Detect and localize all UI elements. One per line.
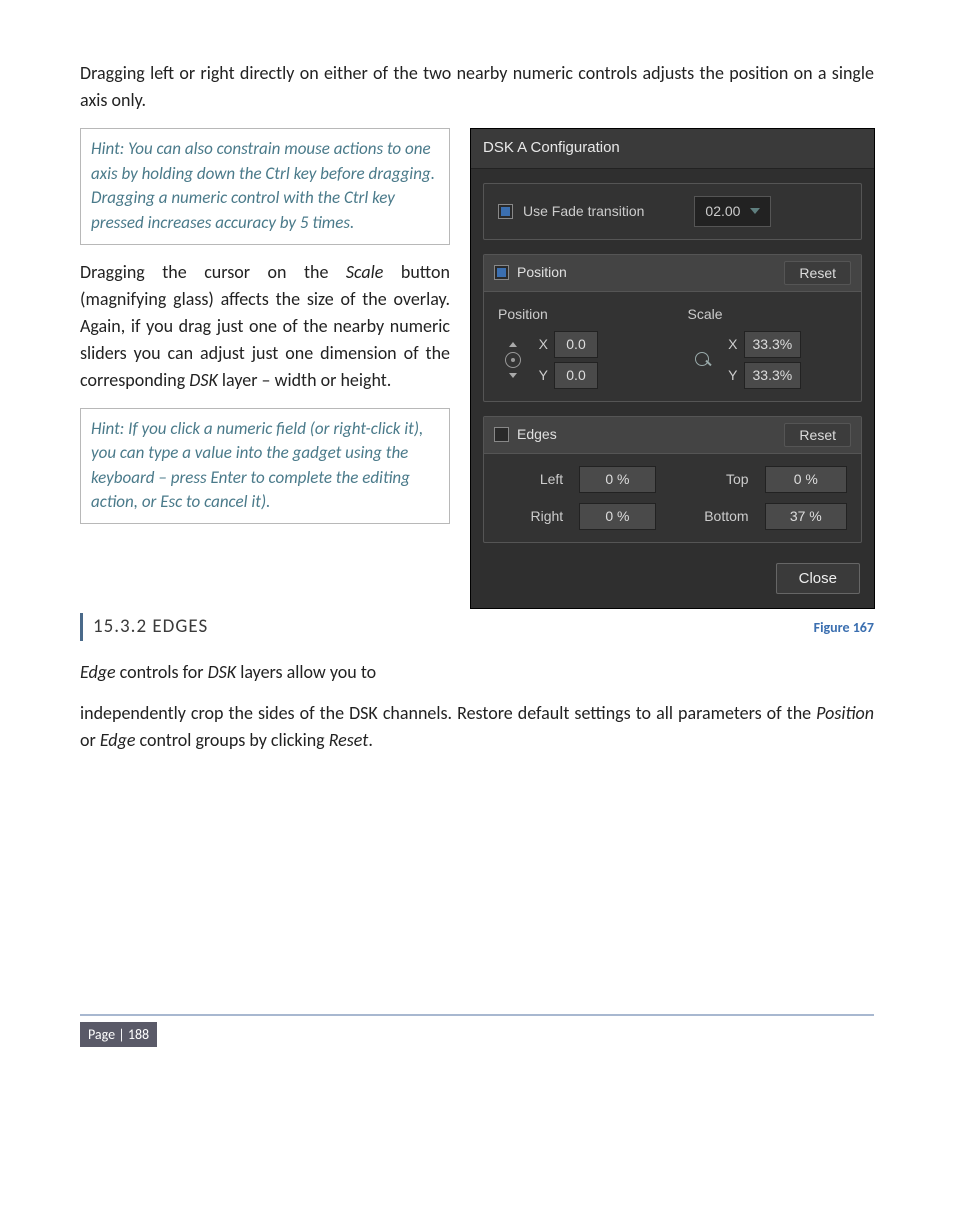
position-header: Position — [517, 262, 567, 283]
pos-x-label: X — [536, 334, 548, 355]
edge-right-label: Right — [498, 506, 563, 527]
position-col-label: Position — [498, 304, 658, 325]
edge-left-field[interactable]: 0 % — [579, 466, 656, 493]
dsk-config-dialog: DSK A Configuration Use Fade transition … — [470, 128, 875, 609]
intro-paragraph: Dragging left or right directly on eithe… — [80, 60, 874, 114]
scale-term: Scale — [346, 261, 384, 283]
edge-left-label: Left — [498, 469, 563, 490]
text: Dragging the cursor on the — [80, 261, 346, 283]
fade-section: Use Fade transition 02.00 — [483, 183, 862, 240]
page-number: Page | 188 — [80, 1022, 157, 1047]
figure-label: Figure 167 — [814, 617, 874, 638]
text: layer – width or height. — [218, 369, 391, 391]
scale-x-field[interactable]: 33.3% — [744, 331, 802, 358]
edge-term-2: Edge — [100, 729, 136, 751]
edge-paragraph-2: independently crop the sides of the DSK … — [80, 700, 874, 754]
position-checkbox[interactable] — [494, 265, 509, 280]
reset-term: Reset — [329, 729, 369, 751]
fade-duration-field[interactable]: 02.00 — [694, 196, 771, 227]
fade-duration-value: 02.00 — [705, 201, 740, 222]
scale-y-label: Y — [726, 365, 738, 386]
footer-rule — [80, 1014, 874, 1016]
position-term: Position — [816, 702, 874, 724]
text: controls for — [116, 661, 208, 683]
position-reset-button[interactable]: Reset — [784, 261, 851, 285]
section-heading-edges: 15.3.2 EDGES — [80, 613, 208, 642]
text: or — [80, 729, 100, 751]
fade-label: Use Fade transition — [523, 201, 644, 222]
scale-y-field[interactable]: 33.3% — [744, 362, 802, 389]
scale-x-label: X — [726, 334, 738, 355]
pos-y-label: Y — [536, 365, 548, 386]
edge-top-field[interactable]: 0 % — [765, 466, 847, 493]
edges-checkbox[interactable] — [494, 427, 509, 442]
dsk-term: DSK — [189, 369, 218, 391]
magnify-icon[interactable] — [688, 341, 718, 379]
edge-paragraph-1: Edge controls for DSK layers allow you t… — [80, 659, 874, 686]
edge-term: Edge — [80, 661, 116, 683]
dsk-term-2: DSK — [208, 661, 237, 683]
move-icon[interactable] — [498, 341, 528, 379]
close-button[interactable]: Close — [776, 563, 860, 594]
edges-section: Edges Reset Left 0 % Top 0 % Right 0 % B… — [483, 416, 862, 543]
scale-paragraph: Dragging the cursor on the Scale button … — [80, 259, 450, 394]
position-section: Position Reset Position — [483, 254, 862, 402]
text: independently crop the sides of the DSK … — [80, 702, 816, 724]
hint-box-numeric: Hint: If you click a numeric field (or r… — [80, 408, 450, 525]
edge-top-label: Top — [672, 469, 749, 490]
edges-reset-button[interactable]: Reset — [784, 423, 851, 447]
scale-col-label: Scale — [688, 304, 848, 325]
edge-right-field[interactable]: 0 % — [579, 503, 656, 530]
dialog-title: DSK A Configuration — [471, 129, 874, 169]
edge-bottom-label: Bottom — [672, 506, 749, 527]
pos-y-field[interactable]: 0.0 — [554, 362, 598, 389]
edge-bottom-field[interactable]: 37 % — [765, 503, 847, 530]
hint-box-ctrl: Hint: You can also constrain mouse actio… — [80, 128, 450, 245]
edges-header: Edges — [517, 424, 557, 445]
text: . — [368, 729, 373, 751]
pos-x-field[interactable]: 0.0 — [554, 331, 598, 358]
chevron-down-icon[interactable] — [750, 208, 760, 214]
fade-checkbox[interactable] — [498, 204, 513, 219]
text: control groups by clicking — [135, 729, 328, 751]
text: layers allow you to — [236, 661, 376, 683]
